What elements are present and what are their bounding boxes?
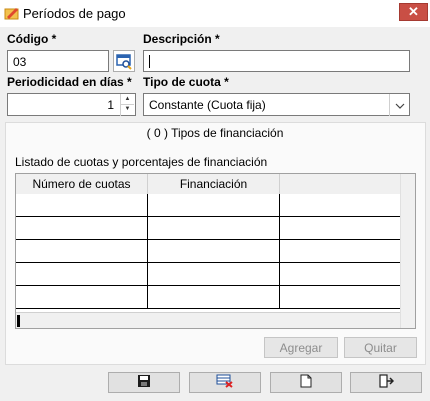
- table-cell[interactable]: [148, 286, 280, 308]
- text-cursor: [149, 55, 150, 68]
- vertical-scrollbar[interactable]: [400, 174, 415, 328]
- horizontal-scrollbar[interactable]: [16, 312, 400, 328]
- table-cell[interactable]: [16, 263, 148, 285]
- delete-icon: [216, 374, 234, 391]
- app-icon: [4, 6, 20, 20]
- agregar-button[interactable]: Agregar: [264, 337, 338, 358]
- lookup-button[interactable]: [113, 50, 135, 72]
- table-row[interactable]: [16, 240, 400, 263]
- financing-grid[interactable]: Número de cuotas Financiación: [15, 173, 416, 329]
- exit-icon: [378, 374, 395, 391]
- table-cell[interactable]: [148, 263, 280, 285]
- periodicidad-value: 1: [107, 98, 114, 112]
- codigo-value: 03: [13, 55, 27, 69]
- chevron-up-icon: ▲: [124, 96, 131, 102]
- table-cell[interactable]: [148, 217, 280, 239]
- table-row[interactable]: [16, 286, 400, 309]
- periodicidad-label: Periodicidad en días *: [7, 75, 132, 89]
- list-label: Listado de cuotas y porcentajes de finan…: [15, 155, 268, 169]
- spin-down-button[interactable]: ▼: [121, 104, 134, 114]
- delete-button[interactable]: [189, 372, 261, 393]
- new-document-button[interactable]: [270, 372, 342, 393]
- descripcion-label: Descripción *: [143, 32, 220, 46]
- close-button[interactable]: ✕: [399, 3, 428, 21]
- exit-button[interactable]: [350, 372, 422, 393]
- chevron-down-icon: [395, 98, 405, 112]
- table-row[interactable]: [16, 194, 400, 217]
- column-header-financiacion[interactable]: Financiación: [148, 174, 280, 194]
- grid-header: Número de cuotas Financiación: [16, 174, 415, 194]
- codigo-label: Código *: [7, 32, 57, 46]
- tipo-cuota-select[interactable]: Constante (Cuota fija): [143, 93, 410, 116]
- table-cell[interactable]: [16, 286, 148, 308]
- table-cell[interactable]: [16, 217, 148, 239]
- table-cell[interactable]: [16, 240, 148, 262]
- table-row[interactable]: [16, 217, 400, 240]
- title-bar: Períodos de pago ✕: [0, 0, 430, 28]
- new-document-icon: [300, 374, 312, 391]
- table-row[interactable]: [16, 263, 400, 286]
- descripcion-field[interactable]: [143, 50, 410, 72]
- save-button[interactable]: [108, 372, 180, 393]
- table-cell[interactable]: [148, 240, 280, 262]
- quitar-button[interactable]: Quitar: [344, 337, 417, 358]
- window-title: Períodos de pago: [23, 6, 126, 21]
- column-header-numero-cuotas[interactable]: Número de cuotas: [16, 174, 148, 194]
- close-icon: ✕: [408, 4, 419, 19]
- tipo-cuota-dropdown-button[interactable]: [389, 94, 409, 116]
- save-icon: [137, 374, 151, 391]
- tipo-cuota-value: Constante (Cuota fija): [149, 98, 266, 112]
- scrollbar-thumb[interactable]: [17, 315, 20, 327]
- table-cell[interactable]: [16, 194, 148, 216]
- codigo-field[interactable]: 03: [7, 50, 109, 72]
- periodicidad-spin: ▲ ▼: [120, 94, 134, 116]
- periodicidad-stepper[interactable]: 1: [7, 93, 136, 116]
- financing-title: ( 0 ) Tipos de financiación: [146, 126, 284, 140]
- table-cell[interactable]: [148, 194, 280, 216]
- tipo-cuota-label: Tipo de cuota *: [143, 75, 229, 89]
- chevron-down-icon: ▼: [124, 106, 131, 112]
